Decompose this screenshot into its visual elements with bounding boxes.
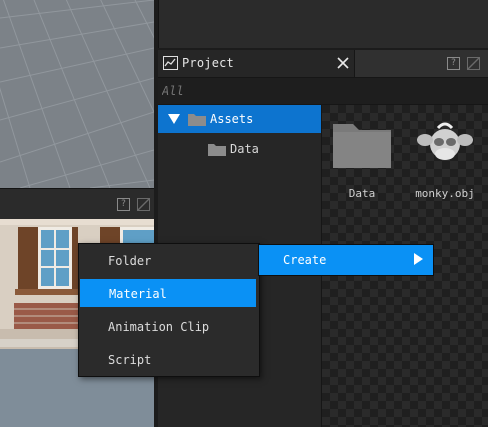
inspector-panel xyxy=(158,0,488,48)
maximize-icon[interactable] xyxy=(137,198,150,211)
project-icon xyxy=(163,56,178,70)
menu-item-label: Script xyxy=(108,353,152,367)
asset-item-monky[interactable]: monky.obj xyxy=(402,105,488,205)
submenu-arrow-icon xyxy=(414,253,423,265)
menu-item-animation-clip[interactable]: Animation Clip xyxy=(79,312,257,340)
scene-viewport[interactable] xyxy=(0,0,154,188)
tree-item-label: Assets xyxy=(210,112,254,126)
asset-item-data[interactable]: Data xyxy=(322,105,402,205)
scene-grid xyxy=(0,0,154,188)
project-title: Project xyxy=(182,56,234,70)
game-view-header: ? xyxy=(0,188,154,220)
close-icon[interactable] xyxy=(337,57,349,69)
create-submenu: Folder Material Animation Clip Script xyxy=(78,243,260,377)
monkey-mesh-icon xyxy=(417,122,473,160)
search-row xyxy=(158,78,488,105)
menu-item-label: Material xyxy=(109,287,167,301)
folder-icon xyxy=(333,124,391,168)
menu-item-script[interactable]: Script xyxy=(79,345,257,373)
tree-item-assets[interactable]: Assets xyxy=(158,105,321,133)
menu-item-create[interactable]: Create xyxy=(258,244,434,276)
tree-item-data[interactable]: Data xyxy=(158,135,321,163)
folder-icon xyxy=(208,144,226,156)
menu-item-label: Animation Clip xyxy=(108,320,210,334)
help-icon[interactable]: ? xyxy=(447,57,460,70)
asset-label: Data xyxy=(348,187,376,200)
tree-item-label: Data xyxy=(230,142,259,156)
menu-item-folder[interactable]: Folder xyxy=(79,246,257,274)
search-input[interactable] xyxy=(162,82,482,100)
asset-label: monky.obj xyxy=(415,187,475,200)
menu-item-material[interactable]: Material xyxy=(80,279,256,307)
menu-item-label: Create xyxy=(283,253,327,267)
project-header: Project ? xyxy=(158,50,488,78)
folder-icon xyxy=(188,114,206,126)
menu-item-label: Folder xyxy=(108,254,152,268)
tab-project[interactable]: Project xyxy=(158,50,355,77)
expand-arrow-icon[interactable] xyxy=(168,114,180,124)
maximize-icon[interactable] xyxy=(467,57,480,70)
help-icon[interactable]: ? xyxy=(117,198,130,211)
